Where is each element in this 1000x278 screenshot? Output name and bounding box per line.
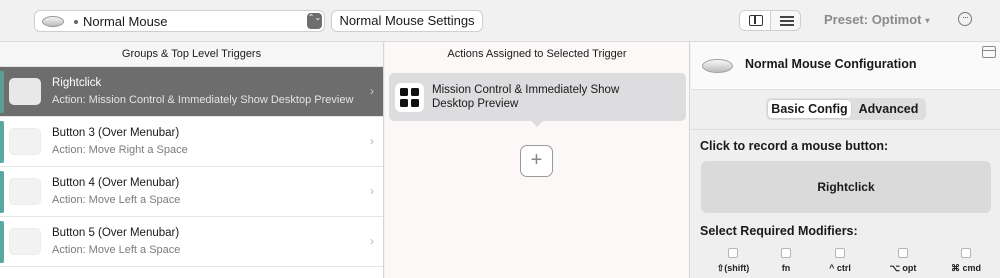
trigger-action: Action: Move Left a Space: [52, 244, 181, 256]
mouse-settings-button[interactable]: Normal Mouse Settings: [331, 10, 483, 32]
actions-header: Actions Assigned to Selected Trigger: [385, 42, 689, 67]
trigger-accent-bar: [0, 171, 4, 213]
cmd-checkbox[interactable]: [961, 248, 971, 258]
modifier-label: ^ ctrl: [829, 263, 851, 273]
chevron-right-icon: ›: [370, 84, 374, 98]
trigger-row[interactable]: Button 4 (Over Menubar) Action: Move Lef…: [0, 167, 383, 217]
tab-basic-config[interactable]: Basic Config: [768, 100, 851, 118]
trigger-accent-bar: [0, 221, 4, 263]
more-options-icon[interactable]: ···: [958, 12, 972, 26]
view-toggle[interactable]: [739, 10, 801, 31]
preset-selector[interactable]: Preset: Optimot ▾: [824, 12, 930, 27]
trigger-action: Action: Move Right a Space: [52, 144, 188, 156]
ctrl-checkbox[interactable]: [835, 248, 845, 258]
device-select[interactable]: Normal Mouse ⌃⌄: [34, 10, 325, 32]
trigger-row[interactable]: Rightclick Action: Mission Control & Imm…: [0, 67, 383, 117]
modifier-label: ⌘ cmd: [950, 263, 981, 273]
modifier-cmd: ⌘ cmd: [941, 248, 991, 274]
record-label: Click to record a mouse button:: [700, 139, 889, 153]
trigger-icon: [9, 128, 41, 155]
column-view-button[interactable]: [740, 11, 771, 30]
configuration-title: Normal Mouse Configuration: [745, 57, 917, 71]
triggers-header: Groups & Top Level Triggers: [0, 42, 383, 67]
trigger-action: Action: Mission Control & Immediately Sh…: [52, 94, 354, 106]
chevron-right-icon: ›: [370, 184, 374, 198]
window-icon[interactable]: [982, 46, 996, 58]
trigger-row[interactable]: Button 3 (Over Menubar) Action: Move Rig…: [0, 117, 383, 167]
device-select-label: Normal Mouse: [83, 14, 168, 29]
modifier-label: fn: [781, 263, 791, 273]
configuration-panel: Normal Mouse Configuration Basic Config …: [691, 42, 1000, 278]
trigger-action: Action: Move Left a Space: [52, 194, 181, 206]
modifier-fn: fn: [761, 248, 811, 273]
tab-advanced[interactable]: Advanced: [853, 100, 924, 118]
action-card-pointer: [531, 121, 543, 127]
add-action-button[interactable]: +: [520, 145, 553, 177]
mouse-icon: [42, 16, 64, 27]
trigger-icon: [9, 78, 41, 105]
trigger-title: Button 4 (Over Menubar): [52, 177, 180, 189]
modifier-opt: ⌥ opt: [878, 248, 928, 274]
action-label: Mission Control & Immediately Show Deskt…: [432, 84, 620, 110]
toolbar: Normal Mouse ⌃⌄ Normal Mouse Settings Pr…: [0, 0, 1000, 42]
opt-checkbox[interactable]: [898, 248, 908, 258]
chevron-right-icon: ›: [370, 234, 374, 248]
trigger-title: Rightclick: [52, 77, 102, 89]
chevron-right-icon: ›: [370, 134, 374, 148]
modifier-label: ⌥ opt: [889, 263, 917, 273]
trigger-row[interactable]: Button 5 (Over Menubar) Action: Move Lef…: [0, 217, 383, 267]
actions-panel: Actions Assigned to Selected Trigger Mis…: [385, 42, 690, 278]
record-button[interactable]: Rightclick: [701, 161, 991, 213]
trigger-title: Button 3 (Over Menubar): [52, 127, 180, 139]
modifier-shift: ⇧(shift): [708, 248, 758, 274]
action-card[interactable]: Mission Control & Immediately Show Deskt…: [389, 73, 686, 127]
list-view-button[interactable]: [771, 11, 800, 30]
configuration-header: Normal Mouse Configuration: [691, 42, 1000, 90]
trigger-title: Button 5 (Over Menubar): [52, 227, 180, 239]
trigger-accent-bar: [0, 121, 4, 163]
config-tabs: Basic Config Advanced: [766, 98, 926, 120]
triggers-panel: Groups & Top Level Triggers Rightclick A…: [0, 42, 384, 278]
bullet-icon: [74, 20, 78, 24]
trigger-icon: [9, 178, 41, 205]
shift-checkbox[interactable]: [728, 248, 738, 258]
mouse-icon: [702, 59, 733, 73]
trigger-icon: [9, 228, 41, 255]
modifiers-label: Select Required Modifiers:: [700, 224, 858, 238]
column-view-icon: [749, 15, 763, 26]
mission-control-icon: [395, 83, 424, 112]
divider: [691, 129, 1000, 130]
trigger-accent-bar: [0, 71, 4, 113]
modifier-ctrl: ^ ctrl: [815, 248, 865, 273]
preset-label: Preset: Optimot: [824, 12, 922, 27]
list-view-icon: [780, 16, 794, 26]
fn-checkbox[interactable]: [781, 248, 791, 258]
modifier-label: ⇧(shift): [716, 263, 750, 273]
select-stepper-icon[interactable]: ⌃⌄: [307, 13, 322, 29]
chevron-down-icon: ▾: [925, 16, 930, 26]
